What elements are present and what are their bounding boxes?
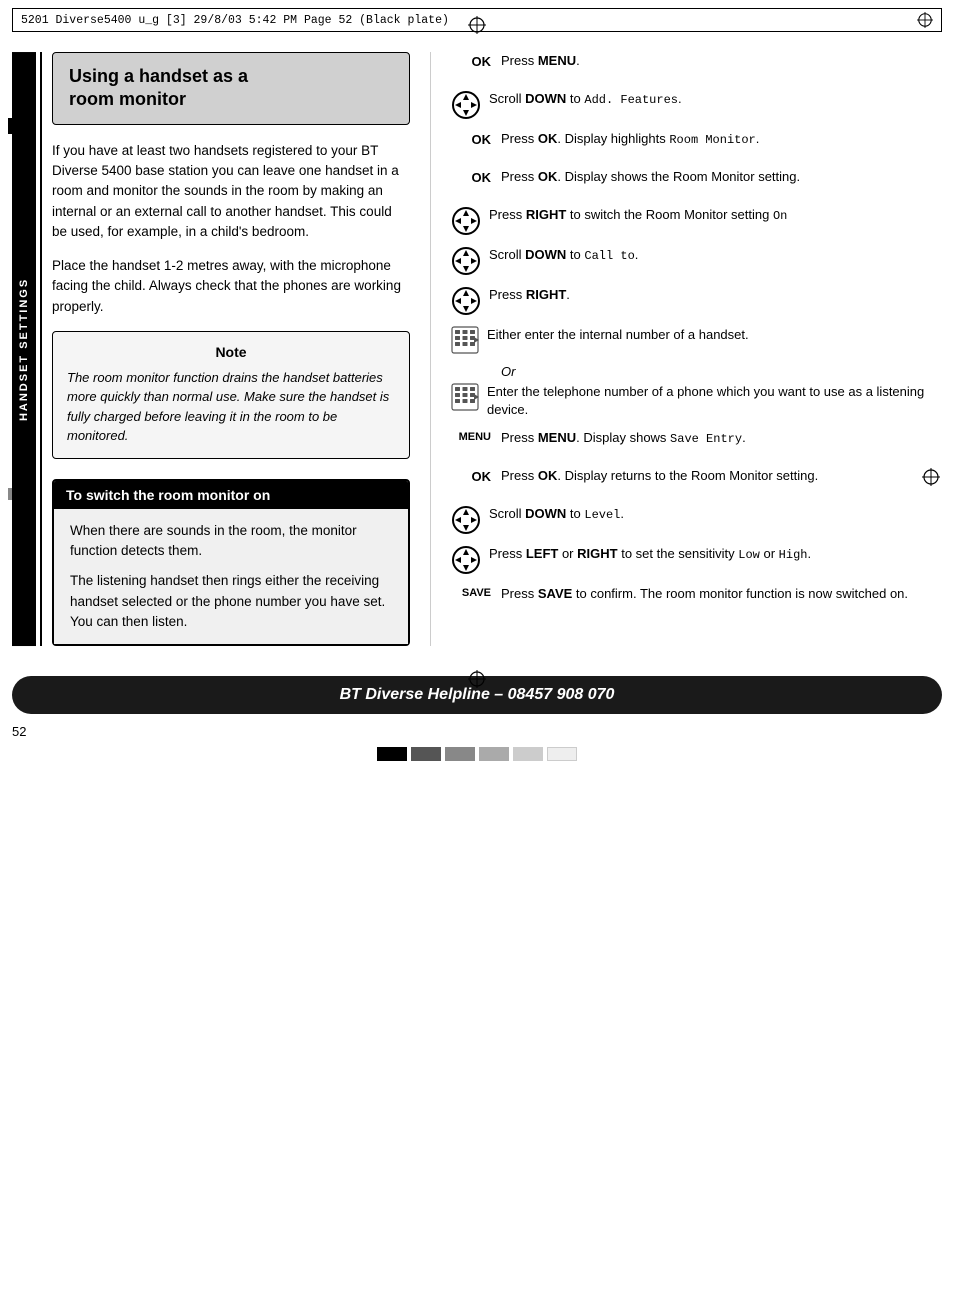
note-body: The room monitor function drains the han…	[67, 368, 395, 446]
text-9: Enter the telephone number of a phone wh…	[487, 383, 942, 419]
bottom-square-2	[411, 747, 441, 761]
nav-icon-4	[451, 286, 489, 316]
bottom-square-4	[479, 747, 509, 761]
instruction-row-6: Scroll DOWN to Call to.	[451, 246, 942, 276]
key-menu: MENU	[451, 429, 501, 443]
note-title: Note	[67, 344, 395, 360]
instruction-row-8: Either enter the internal number of a ha…	[451, 326, 942, 354]
text-7: Press RIGHT.	[489, 286, 942, 304]
text-14: Press SAVE to confirm. The room monitor …	[501, 585, 942, 603]
nav-icon-6	[451, 545, 489, 575]
instruction-row-12: Scroll DOWN to Level.	[451, 505, 942, 535]
instruction-row-4: OK Press OK. Display shows the Room Moni…	[451, 168, 942, 196]
bottom-square-1	[377, 747, 407, 761]
text-5: Press RIGHT to switch the Room Monitor s…	[489, 206, 942, 225]
text-2: Scroll DOWN to Add. Features.	[489, 90, 942, 109]
text-8: Either enter the internal number of a ha…	[487, 326, 942, 344]
key-ok-2: OK	[451, 130, 501, 147]
or-separator: Or	[501, 364, 942, 379]
switch-on-para-1: When there are sounds in the room, the m…	[70, 521, 392, 562]
key-ok-4: OK	[451, 467, 501, 484]
body-para-1: If you have at least two handsets regist…	[52, 141, 410, 242]
keypad-icon-1	[451, 326, 487, 354]
bottom-crosshair	[468, 670, 486, 691]
main-content: HANDSET SETTINGS Using a handset as a ro…	[12, 52, 942, 646]
header-crosshair	[917, 12, 933, 28]
nav-icon-5	[451, 505, 489, 535]
page-number: 52	[12, 724, 942, 739]
keypad-icon-2	[451, 383, 487, 411]
key-ok-1: OK	[451, 52, 501, 69]
instruction-row-5: Press RIGHT to switch the Room Monitor s…	[451, 206, 942, 236]
left-column: Using a handset as a room monitor If you…	[40, 52, 430, 646]
note-box: Note The room monitor function drains th…	[52, 331, 410, 459]
key-save: SAVE	[451, 585, 501, 599]
switch-on-title: To switch the room monitor on	[54, 481, 408, 509]
key-ok-3: OK	[451, 168, 501, 185]
instruction-row-7: Press RIGHT.	[451, 286, 942, 316]
instruction-row-11: OK Press OK. Display returns to the Room…	[451, 467, 942, 495]
bottom-squares	[0, 747, 954, 771]
instruction-row-3: OK Press OK. Display highlights Room Mon…	[451, 130, 942, 158]
switch-on-para-2: The listening handset then rings either …	[70, 571, 392, 632]
nav-icon-2	[451, 206, 489, 236]
body-para-2: Place the handset 1-2 metres away, with …	[52, 256, 410, 317]
page: 5201 Diverse5400 u_g [3] 29/8/03 5:42 PM…	[0, 8, 954, 771]
bottom-square-3	[445, 747, 475, 761]
text-12: Scroll DOWN to Level.	[489, 505, 942, 524]
text-1: Press MENU.	[501, 52, 942, 70]
text-3: Press OK. Display highlights Room Monito…	[501, 130, 942, 149]
instruction-row-13: Press LEFT or RIGHT to set the sensitivi…	[451, 545, 942, 575]
sidebar-tab: HANDSET SETTINGS	[12, 52, 36, 646]
switch-on-box: To switch the room monitor on When there…	[52, 479, 410, 646]
text-13: Press LEFT or RIGHT to set the sensitivi…	[489, 545, 942, 564]
right-column: OK Press MENU. Scroll DOWN to Add. Featu…	[430, 52, 942, 646]
instruction-row-14: SAVE Press SAVE to confirm. The room mon…	[451, 585, 942, 613]
text-11: Press OK. Display returns to the Room Mo…	[501, 467, 942, 485]
text-4: Press OK. Display shows the Room Monitor…	[501, 168, 942, 186]
bottom-square-5	[513, 747, 543, 761]
top-crosshair	[468, 16, 486, 37]
section-title-box: Using a handset as a room monitor	[52, 52, 410, 125]
text-10: Press MENU. Display shows Save Entry.	[501, 429, 942, 448]
instruction-row-10: MENU Press MENU. Display shows Save Entr…	[451, 429, 942, 457]
instruction-row-2: Scroll DOWN to Add. Features.	[451, 90, 942, 120]
bottom-square-6	[547, 747, 577, 761]
nav-icon-3	[451, 246, 489, 276]
nav-icon-1	[451, 90, 489, 120]
switch-on-content: When there are sounds in the room, the m…	[54, 509, 408, 644]
text-6: Scroll DOWN to Call to.	[489, 246, 942, 265]
right-crosshair	[922, 468, 940, 489]
section-title: Using a handset as a room monitor	[69, 65, 393, 112]
instruction-row-1: OK Press MENU.	[451, 52, 942, 80]
header-text: 5201 Diverse5400 u_g [3] 29/8/03 5:42 PM…	[21, 14, 449, 27]
instruction-row-9: Enter the telephone number of a phone wh…	[451, 383, 942, 419]
